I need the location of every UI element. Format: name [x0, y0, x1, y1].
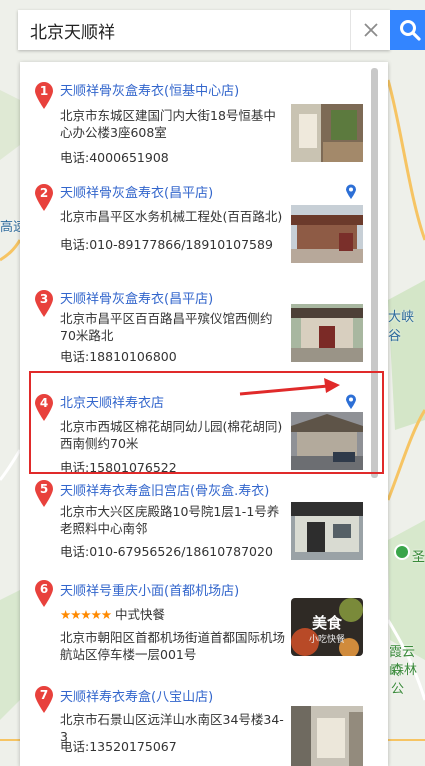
- result-thumbnail[interactable]: [291, 706, 363, 766]
- marker-pin-icon: 4: [34, 394, 54, 422]
- result-item-3[interactable]: 3 天顺祥骨灰盒寿衣(昌平店) 北京市昌平区百百路昌平殡仪馆西侧约70米路北 电…: [20, 270, 388, 374]
- result-rating: ★★★★★ 中式快餐: [60, 604, 165, 623]
- marker-pin-icon: 3: [34, 290, 54, 318]
- result-address: 北京市大兴区庑殿路10号院1层1-1号养老照料中心南邻: [60, 504, 280, 536]
- marker-pin-icon: 2: [34, 184, 54, 212]
- search-icon: [400, 20, 421, 41]
- result-address: 北京市昌平区水务机械工程处(百百路北): [60, 209, 283, 224]
- marker-pin-icon: 1: [34, 82, 54, 110]
- result-phone: 电话:010-67956526/18610787020: [60, 544, 273, 559]
- result-category: 中式快餐: [115, 607, 166, 622]
- result-phone: 电话:010-89177866/18910107589: [60, 237, 273, 252]
- result-title[interactable]: 天顺祥骨灰盒寿衣(昌平店): [60, 182, 213, 201]
- result-phone: 电话:18810106800: [60, 349, 177, 364]
- marker-pin-icon: 7: [34, 686, 54, 714]
- locate-icon[interactable]: [345, 184, 357, 200]
- result-thumbnail[interactable]: [291, 304, 363, 362]
- thumbnail-caption: 美食: [311, 614, 342, 632]
- result-title[interactable]: 北京天顺祥寿衣店: [60, 392, 164, 411]
- thumbnail-subcaption: 小吃快餐: [308, 635, 345, 645]
- result-thumbnail[interactable]: 美食 小吃快餐: [291, 598, 363, 656]
- clear-button[interactable]: [350, 10, 390, 50]
- result-item-5[interactable]: 5 天顺祥寿衣寿盒旧宫店(骨灰盒.寿衣) 北京市大兴区庑殿路10号院1层1-1号…: [20, 474, 388, 572]
- result-item-2[interactable]: 2 天顺祥骨灰盒寿衣(昌平店) 北京市昌平区水务机械工程处(百百路北) 电话:0…: [20, 164, 388, 270]
- result-thumbnail[interactable]: [291, 502, 363, 560]
- result-thumbnail[interactable]: [291, 412, 363, 470]
- result-address: 北京市西城区棉花胡同幼儿园(棉花胡同)西南侧约70米: [60, 419, 283, 451]
- star-rating-icon: ★★★★★: [60, 607, 112, 622]
- scrollbar[interactable]: [371, 68, 378, 478]
- map-label-daxiagu: 大峡谷: [388, 310, 415, 344]
- marker-pin-icon: 6: [34, 580, 54, 608]
- result-item-7[interactable]: 7 天顺祥寿衣寿盒(八宝山店) 北京市石景山区远洋山水南区34号楼34-3 电话…: [20, 678, 388, 766]
- result-address: 北京市昌平区百百路昌平殡仪馆西侧约70米路北: [60, 311, 273, 343]
- result-address: 北京市朝阳区首都机场街道首都国际机场航站区停车楼一层001号: [60, 630, 286, 662]
- map-label-forest: 森林公: [391, 663, 418, 697]
- result-phone: 电话:13520175067: [60, 739, 177, 754]
- result-title[interactable]: 天顺祥寿衣寿盒(八宝山店): [60, 686, 213, 705]
- result-item-6[interactable]: 6 天顺祥号重庆小面(首都机场店) ★★★★★ 中式快餐 北京市朝阳区首都机场街…: [20, 572, 388, 678]
- result-title[interactable]: 天顺祥寿衣寿盒旧宫店(骨灰盒.寿衣): [60, 480, 269, 499]
- close-icon: [363, 23, 378, 37]
- marker-pin-icon: 5: [34, 480, 54, 508]
- result-title[interactable]: 天顺祥号重庆小面(首都机场店): [60, 580, 239, 599]
- result-panel[interactable]: 1 天顺祥骨灰盒寿衣(恒基中心店) 北京市东城区建国门内大街18号恒基中心办公楼…: [20, 62, 388, 766]
- result-item-1[interactable]: 1 天顺祥骨灰盒寿衣(恒基中心店) 北京市东城区建国门内大街18号恒基中心办公楼…: [20, 62, 388, 165]
- search-input[interactable]: [18, 10, 350, 50]
- result-address: 北京市东城区建国门内大街18号恒基中心办公楼3座608室: [60, 108, 276, 140]
- result-thumbnail[interactable]: [291, 205, 363, 263]
- search-bar: [18, 10, 390, 50]
- search-button[interactable]: [390, 10, 425, 50]
- locate-icon[interactable]: [345, 394, 357, 410]
- result-title[interactable]: 天顺祥骨灰盒寿衣(昌平店): [60, 288, 213, 307]
- map-poi-icon[interactable]: [394, 544, 410, 560]
- result-thumbnail[interactable]: [291, 104, 363, 162]
- result-title[interactable]: 天顺祥骨灰盒寿衣(恒基中心店): [60, 80, 239, 99]
- annotation-arrow-icon: [239, 378, 340, 396]
- map-label-sheng: 圣: [412, 550, 425, 565]
